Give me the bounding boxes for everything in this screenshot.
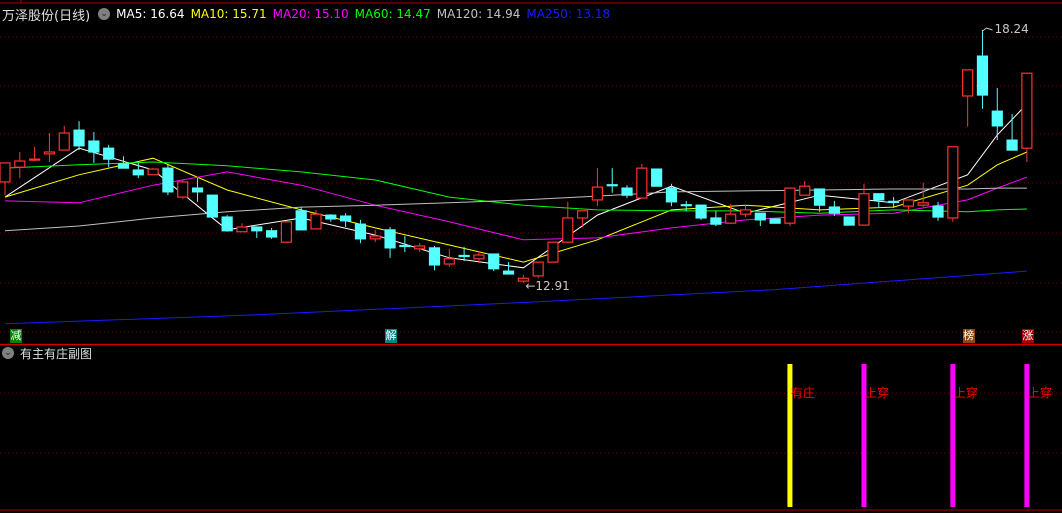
ma-legend-item: MA20: 15.10 <box>272 7 349 21</box>
ma-legend-item: MA10: 15.71 <box>190 7 267 21</box>
high-pointer <box>982 27 993 32</box>
candle-up <box>947 146 959 219</box>
low-price-label: ←12.91 <box>525 279 570 293</box>
candle-down <box>932 205 944 218</box>
sub-panel-title: 有主有庄副图 <box>20 346 93 361</box>
chart-header: 万泽股份(日线) ⌄ MA5: 16.64 MA10: 15.71 MA20: 15… <box>2 5 622 24</box>
candle-up <box>29 158 41 161</box>
candle-down <box>206 194 218 218</box>
candle-up <box>414 245 426 250</box>
event-marker: 榜 <box>962 329 975 343</box>
ma-legend: MA5: 16.64 MA10: 15.71 MA20: 15.10 MA60: 14… <box>116 7 616 21</box>
candle-down <box>488 253 500 270</box>
candle-down <box>680 204 692 207</box>
candle-up <box>177 181 189 198</box>
candle-up <box>369 235 381 240</box>
candle-up <box>280 221 292 243</box>
candle-up <box>236 226 248 233</box>
stock-title: 万泽股份(日线) <box>2 8 91 24</box>
candle-down <box>873 193 885 201</box>
candle-up <box>784 187 796 224</box>
ma-line-ma20 <box>4 171 1028 241</box>
candle-down <box>458 254 470 258</box>
candle-down <box>340 215 352 222</box>
candle-down <box>132 169 144 176</box>
candle-down <box>769 218 781 224</box>
candle-down <box>117 163 130 169</box>
candle-down <box>251 226 263 232</box>
candle-down <box>621 187 633 196</box>
ma-legend-item: MA60: 14.47 <box>354 7 431 21</box>
event-marker: 减 <box>10 329 22 343</box>
candle-up <box>636 167 648 199</box>
candle-up <box>147 168 159 176</box>
ma-legend-item: MA5: 16.64 <box>116 7 185 21</box>
event-marker: 解 <box>385 329 398 343</box>
candle-down <box>221 216 233 232</box>
sub-panel-header: ⌄ 有主有庄副图 <box>2 345 92 361</box>
candle-up <box>902 199 915 207</box>
candle-up <box>443 258 455 265</box>
candle-down <box>354 223 367 240</box>
candle-up <box>473 254 485 260</box>
candle-up <box>962 69 974 97</box>
candle-down <box>88 140 100 153</box>
candle-up <box>739 209 752 215</box>
candle-up <box>858 193 870 226</box>
candle-down <box>384 229 396 249</box>
candle-up <box>58 132 70 151</box>
candle-down <box>502 270 515 275</box>
candle-up <box>0 162 11 183</box>
candle-down <box>1006 139 1018 151</box>
candle-down <box>191 187 204 193</box>
candle-down <box>710 217 722 225</box>
signal-label: 上穿 <box>864 386 889 400</box>
candlestick-chart[interactable] <box>0 0 1062 513</box>
candle-up <box>576 210 589 219</box>
chevron-down-icon[interactable]: ⌄ <box>2 347 14 359</box>
candle-down <box>843 216 855 226</box>
candle-down <box>695 204 707 219</box>
candle-up <box>310 213 322 230</box>
candle-down <box>295 210 307 231</box>
candle-down <box>754 212 766 221</box>
candle-down <box>265 230 278 238</box>
event-marker: 涨 <box>1021 329 1034 343</box>
candle-up <box>562 217 574 243</box>
candle-down <box>976 55 989 96</box>
candle-down <box>399 244 411 248</box>
ma-line-ma5 <box>4 103 1028 269</box>
ma-legend-item: MA120: 14.94 <box>436 7 521 21</box>
candle-up <box>14 160 26 168</box>
candle-down <box>103 147 115 160</box>
candle-down <box>73 129 85 147</box>
candle-down <box>887 200 900 203</box>
candle-up <box>591 186 604 201</box>
signal-label: 上穿 <box>1027 386 1052 400</box>
candle-down <box>813 188 826 206</box>
ma-line-ma250 <box>4 270 1027 325</box>
chevron-down-icon[interactable]: ⌄ <box>98 8 111 20</box>
ma-legend-item: MA250: 13.18 <box>526 7 611 21</box>
candle-up <box>547 241 559 263</box>
candle-up <box>532 261 544 277</box>
candle-up <box>1021 72 1033 149</box>
candle-down <box>606 184 618 187</box>
candle-down <box>828 206 840 214</box>
candle-down <box>991 110 1003 127</box>
candle-down <box>665 187 678 203</box>
signal-label: 上穿 <box>953 386 978 400</box>
candle-down <box>651 168 663 187</box>
candle-up <box>725 213 737 224</box>
candle-down <box>325 214 337 220</box>
candle-up <box>43 151 56 155</box>
signal-label: 有庄 <box>790 386 815 400</box>
candle-down <box>162 167 174 193</box>
candle-up <box>917 202 929 206</box>
candle-up <box>799 185 811 196</box>
candle-down <box>428 247 441 266</box>
high-price-label: 18.24 <box>994 21 1029 36</box>
